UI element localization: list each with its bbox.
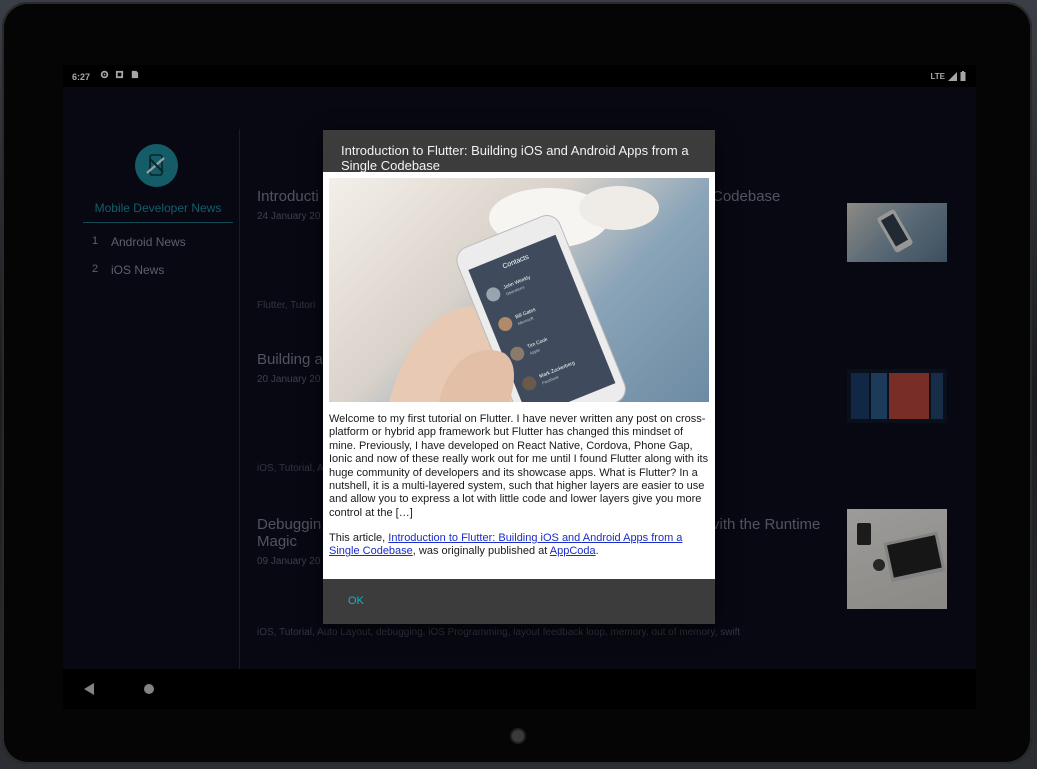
front-camera [512,730,524,742]
attribution-prefix: This article, [329,532,389,544]
article-hero-image: Contacts John Weekly Operations Bill Gat… [329,178,709,402]
tablet-frame: 6:27 LTE Mobile Developer News 1 Android… [2,2,1032,764]
article-dialog: Introduction to Flutter: Building iOS an… [323,130,715,624]
article-excerpt: Welcome to my first tutorial on Flutter.… [329,413,709,519]
ok-button[interactable]: OK [348,595,364,607]
source-link[interactable]: AppCoda [550,545,596,557]
dialog-title: Introduction to Flutter: Building iOS an… [341,143,689,173]
attribution-suffix: . [595,545,599,558]
attribution-middle: , was originally published at [412,545,550,558]
screen: 6:27 LTE Mobile Developer News 1 Android… [63,65,976,709]
article-attribution: This article, Introduction to Flutter: B… [329,532,709,559]
dialog-body: Contacts John Weekly Operations Bill Gat… [323,172,715,579]
